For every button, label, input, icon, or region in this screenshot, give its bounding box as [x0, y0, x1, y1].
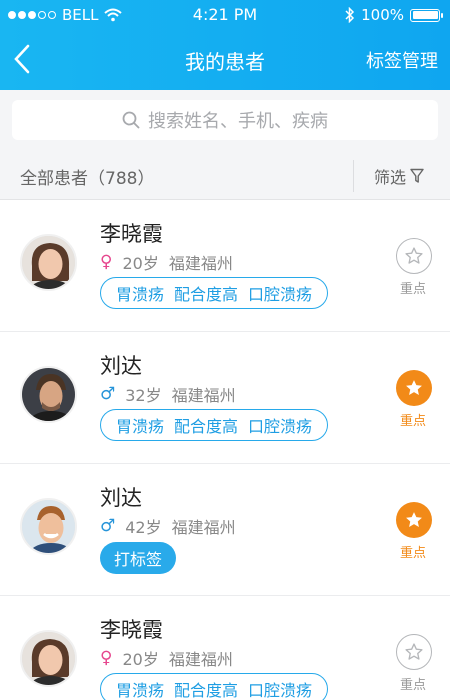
patient-location: 福建福州 — [171, 386, 236, 405]
tag: 配合度高 — [174, 681, 239, 700]
tag-management-button[interactable]: 标签管理 — [366, 47, 438, 73]
patient-row[interactable]: 李晓霞 ♀ 20岁 福建福州 胃溃疡 配合度高 口腔溃疡 重点 — [0, 596, 450, 700]
star-filled-icon — [406, 512, 422, 527]
patient-age: 20岁 — [122, 650, 159, 669]
star-label: 重点 — [400, 282, 427, 297]
patient-name: 李晓霞 — [100, 222, 163, 246]
tag-group[interactable]: 胃溃疡 配合度高 口腔溃疡 — [100, 409, 329, 441]
star-outline-icon — [405, 643, 423, 660]
search-input[interactable]: 搜索姓名、手机、疾病 — [12, 100, 438, 140]
star-toggle[interactable] — [396, 238, 432, 274]
battery-icon — [410, 8, 443, 22]
patient-age: 20岁 — [122, 254, 159, 273]
filter-button[interactable]: 筛选 — [374, 164, 424, 188]
star-toggle[interactable] — [396, 370, 432, 406]
avatar — [20, 630, 77, 687]
tag: 口腔溃疡 — [248, 681, 313, 700]
patient-row[interactable]: 刘达 ♂ 42岁 福建福州 打标签 重点 — [0, 464, 450, 596]
patient-row[interactable]: 李晓霞 ♀ 20岁 福建福州 胃溃疡 配合度高 口腔溃疡 重点 — [0, 200, 450, 332]
filter-icon — [410, 168, 424, 183]
bluetooth-icon — [345, 7, 355, 23]
search-icon — [122, 111, 140, 129]
patient-name: 李晓霞 — [100, 618, 163, 642]
patient-list: 李晓霞 ♀ 20岁 福建福州 胃溃疡 配合度高 口腔溃疡 重点 刘达 ♂ 32岁… — [0, 200, 450, 700]
male-icon: ♂ — [100, 384, 116, 404]
search-section: 搜索姓名、手机、疾病 — [0, 90, 450, 152]
nav-bar: 我的患者 标签管理 — [0, 36, 450, 84]
status-bar: BELL 4:21 PM 100% — [0, 0, 450, 30]
patient-row[interactable]: 刘达 ♂ 32岁 福建福州 胃溃疡 配合度高 口腔溃疡 重点 — [0, 332, 450, 464]
patient-location: 福建福州 — [168, 650, 233, 669]
tag: 胃溃疡 — [116, 417, 165, 436]
patient-name: 刘达 — [100, 486, 142, 510]
tag: 口腔溃疡 — [248, 417, 313, 436]
male-icon: ♂ — [100, 516, 116, 536]
star-label: 重点 — [400, 678, 427, 693]
tag: 配合度高 — [174, 417, 239, 436]
star-filled-icon — [406, 380, 422, 395]
star-label: 重点 — [400, 414, 427, 429]
tag: 胃溃疡 — [116, 681, 165, 700]
tag: 胃溃疡 — [116, 285, 165, 304]
patient-location: 福建福州 — [168, 254, 233, 273]
star-toggle[interactable] — [396, 502, 432, 538]
tag: 配合度高 — [174, 285, 239, 304]
tag-group[interactable]: 胃溃疡 配合度高 口腔溃疡 — [100, 673, 329, 700]
star-label: 重点 — [400, 546, 427, 561]
star-toggle[interactable] — [396, 634, 432, 670]
header: BELL 4:21 PM 100% 我的患者 标签管理 — [0, 0, 450, 90]
patient-location: 福建福州 — [171, 518, 236, 537]
avatar — [20, 234, 77, 291]
search-placeholder: 搜索姓名、手机、疾病 — [148, 111, 328, 132]
tag: 口腔溃疡 — [248, 285, 313, 304]
tag-group[interactable]: 胃溃疡 配合度高 口腔溃疡 — [100, 277, 329, 309]
female-icon: ♀ — [100, 252, 113, 272]
patient-age: 32岁 — [125, 386, 162, 405]
star-outline-icon — [405, 247, 423, 264]
battery-percent: 100% — [361, 6, 404, 24]
filter-label: 筛选 — [374, 168, 407, 187]
patient-name: 刘达 — [100, 354, 142, 378]
avatar — [20, 366, 77, 423]
patient-age: 42岁 — [125, 518, 162, 537]
female-icon: ♀ — [100, 648, 113, 668]
filter-bar: 全部患者（788） 筛选 — [0, 152, 450, 200]
add-tag-button[interactable]: 打标签 — [100, 542, 177, 574]
patient-count: 全部患者（788） — [20, 169, 155, 189]
avatar — [20, 498, 77, 555]
divider — [353, 160, 354, 192]
